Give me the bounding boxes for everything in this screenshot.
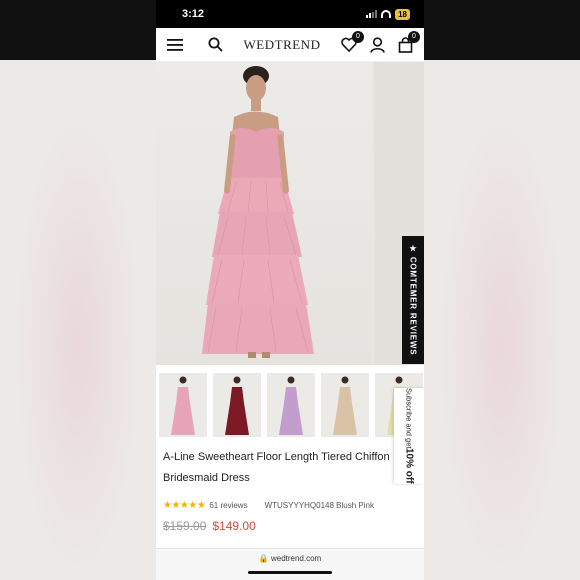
thumbnail-strip [156,365,424,441]
cart-count-badge: 0 [408,30,420,43]
subscribe-text: Subscribe and get [404,388,414,449]
subscribe-discount: 10% off [403,448,415,485]
site-logo[interactable]: WEDTREND [244,37,321,53]
subscribe-discount-tab[interactable]: Subscribe and get 10% off [394,388,424,484]
thumbnail-4[interactable] [321,373,369,437]
wishlist-icon[interactable]: 0 [340,30,364,54]
background-left [0,0,156,580]
sale-price: $149.00 [212,519,256,533]
product-sku: WTUSYYYHQ0148 Blush Pink [264,501,374,510]
url-text: 🔒 wedtrend.com [258,554,322,563]
phone-screen: 3:12 18 WEDTREND 0 0 ★ COMTEMER REVIEWS … [156,0,424,580]
price-block: $159.00 $149.00 [156,511,424,533]
battery-indicator: 18 [395,8,410,20]
signal-icon [366,10,378,18]
rating-stars-icon[interactable]: ★★★★★ [163,500,206,511]
product-gallery[interactable]: ★ COMTEMER REVIEWS [156,62,424,365]
account-icon[interactable] [368,36,386,54]
url-domain: wedtrend.com [270,554,322,563]
menu-icon[interactable] [166,36,184,54]
status-time: 3:12 [182,8,205,20]
thumbnail-1[interactable] [159,373,207,437]
review-count-link[interactable]: 61 reviews [209,501,247,510]
wifi-icon [381,10,392,18]
original-price: $159.00 [163,519,207,533]
cart-icon[interactable]: 0 [396,30,420,54]
background-right [424,0,580,580]
status-bar: 3:12 18 [156,0,424,28]
customer-reviews-tab[interactable]: ★ COMTEMER REVIEWS [402,236,424,364]
browser-url-bar[interactable]: 🔒 wedtrend.com [156,548,424,580]
thumbnail-3[interactable] [267,373,315,437]
wishlist-count-badge: 0 [352,30,364,43]
dress-illustration [202,66,314,358]
home-indicator[interactable] [248,571,332,574]
search-icon[interactable] [206,36,224,54]
site-header: WEDTREND 0 0 [156,28,424,62]
status-icons: 18 [366,8,410,20]
thumbnail-2[interactable] [213,373,261,437]
product-meta: ★★★★★ 61 reviews WTUSYYYHQ0148 Blush Pin… [156,489,424,511]
product-main-image[interactable] [156,62,372,365]
product-title: A-Line Sweetheart Floor Length Tiered Ch… [163,451,390,484]
